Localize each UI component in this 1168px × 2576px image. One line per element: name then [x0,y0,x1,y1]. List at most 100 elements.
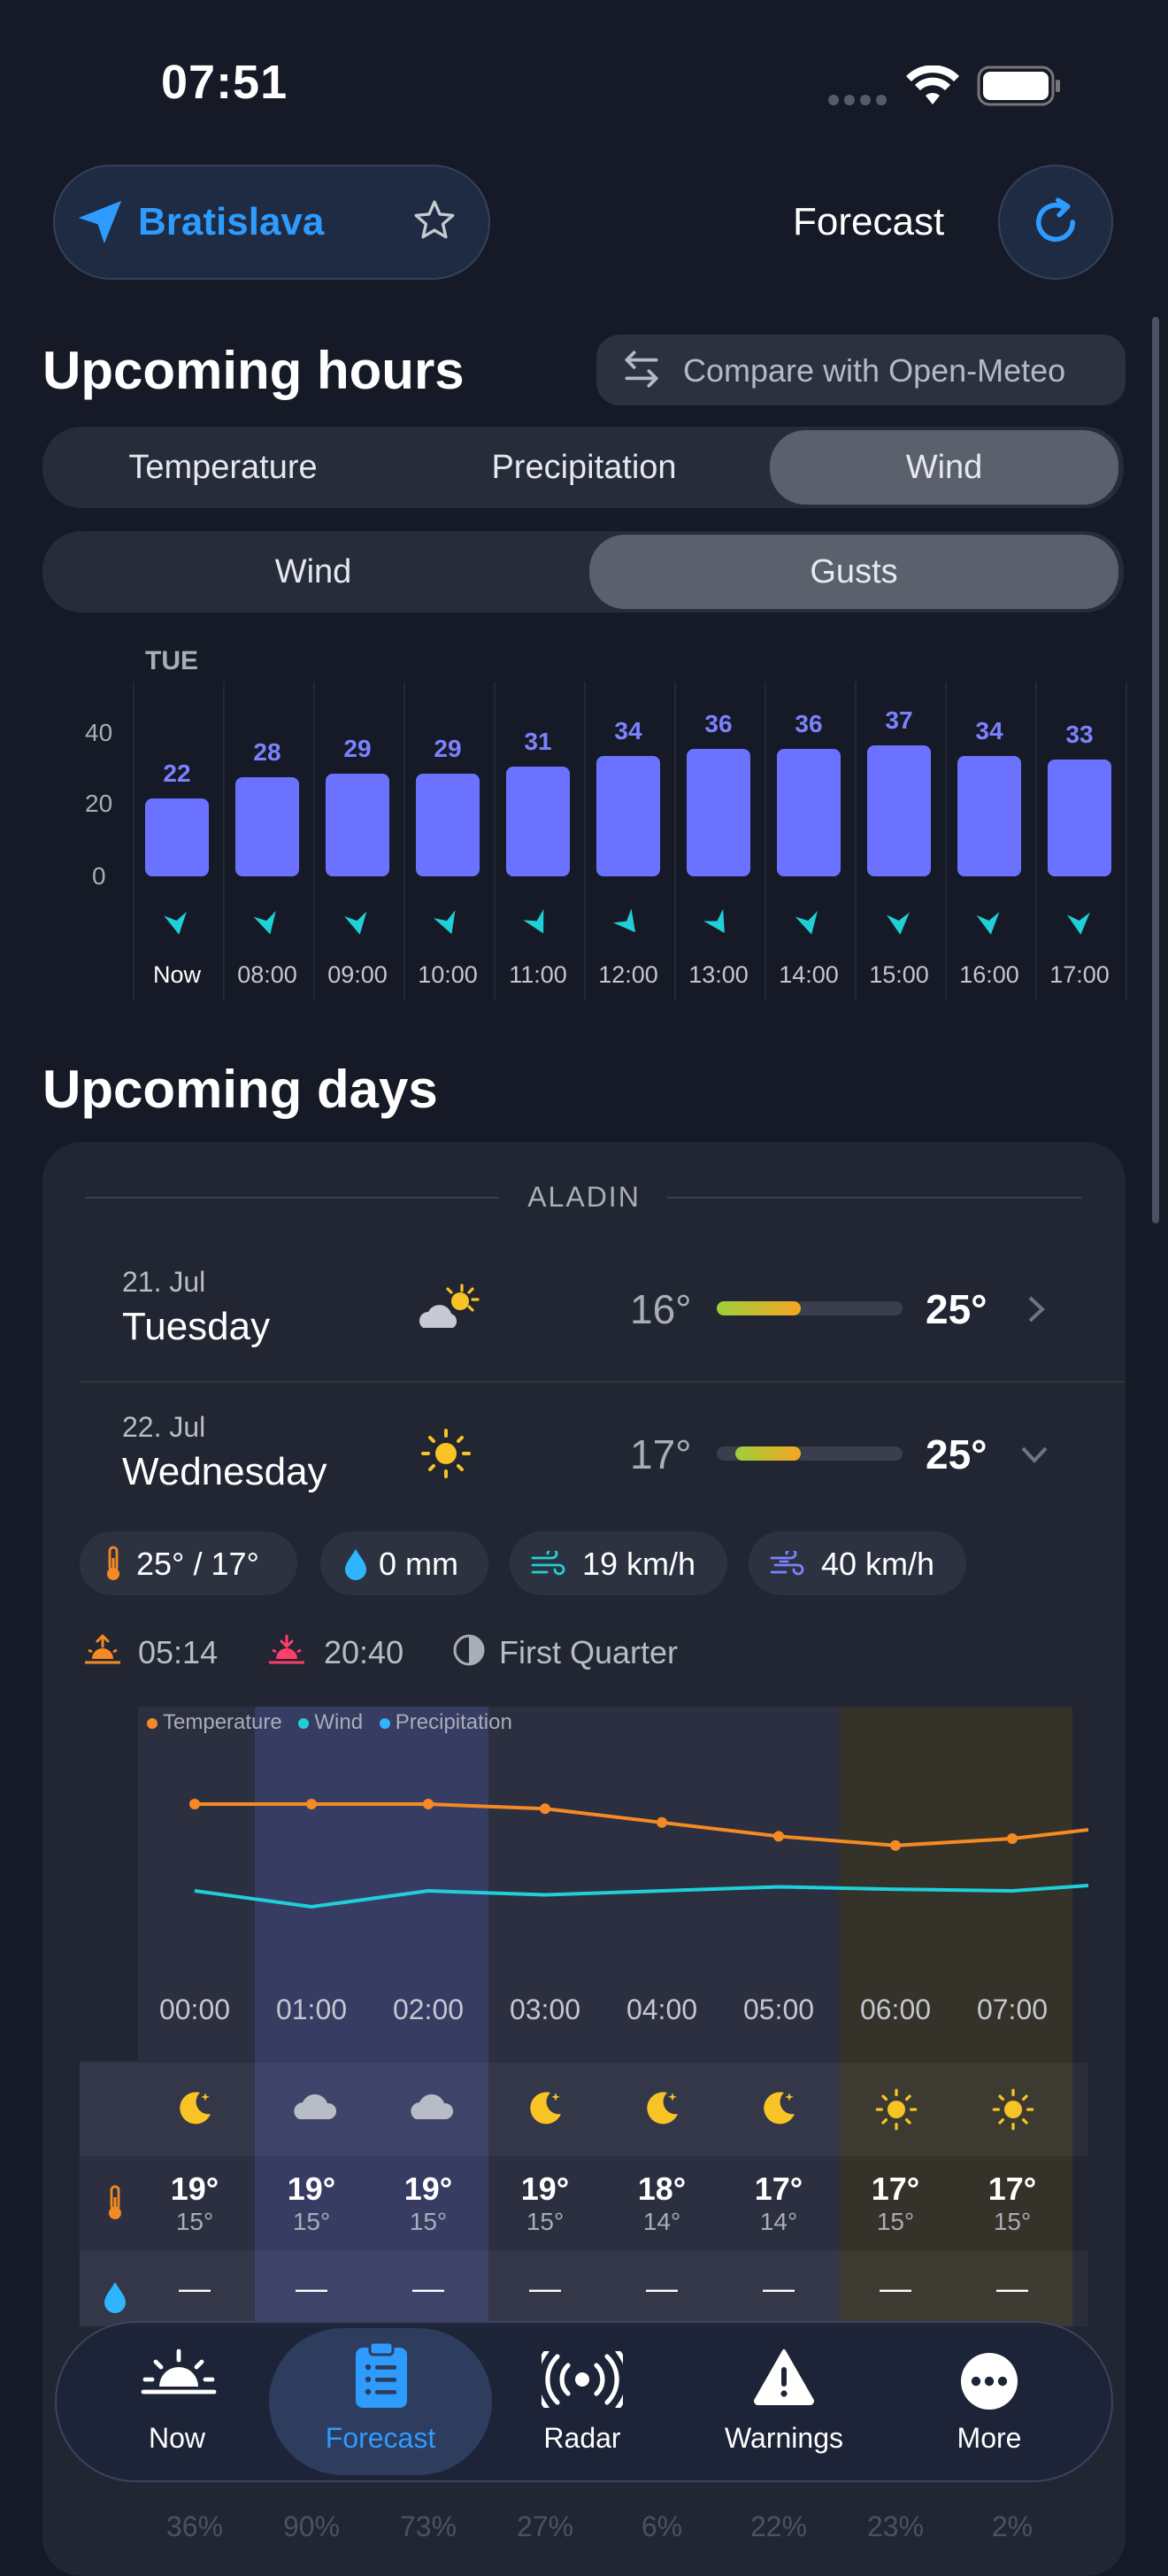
wind-direction-arrow-icon [434,910,456,935]
hour-label: 08:00 [237,961,297,988]
divider [85,1197,499,1199]
temperature-point [657,1816,667,1828]
hour-label: 10:00 [418,961,478,988]
bar-value-label: 29 [343,735,372,762]
tab-label-active: Forecast [325,2422,436,2454]
hour-label: Now [152,961,201,988]
tab-label: Now [148,2422,205,2454]
moon-icon [524,2087,566,2134]
gusts-icon [770,1547,805,1582]
hourly-detail-chart[interactable]: 00:00 19° 15° —01:00 19° 15° —02:00 19° 15° —03:0… [80,1707,1088,2326]
wind-gust-bar [416,774,480,876]
hour-low-temp: 15° [175,2208,214,2235]
wind-direction-arrow-icon [886,912,910,935]
hour-cloud-cover: 73% [399,2510,457,2542]
day-low-temp: 17° [630,1431,692,1477]
thermometer-icon [104,2185,126,2226]
sun-icon [874,2087,918,2136]
hour-time-label: 01:00 [275,1994,348,2025]
day-name: Tuesday [122,1305,271,1348]
day-high-temp: 25° [926,1286,987,1332]
day-date: 21. Jul [122,1266,206,1298]
moon-phase: First Quarter [499,1634,679,1670]
hourly-bar-chart[interactable]: 22 Now 28 08:00 29 09:00 29 10:00 31 11:00 34 12:00… [0,0,1168,1009]
hour-label: 14:00 [779,961,839,988]
grid-line [674,682,676,1000]
hour-high-temp: 17° [871,2171,920,2207]
hour-high-temp: 18° [637,2171,687,2207]
tab-label: Warnings [725,2422,843,2454]
wind-direction-arrow-icon [164,911,187,935]
hour-time-label: 03:00 [509,1994,581,2025]
wind-direction-arrow-icon [253,911,276,935]
hour-low-temp: 14° [759,2208,798,2235]
chip-wind: 19 km/h [510,1531,727,1595]
wind-direction-arrow-icon [795,911,818,935]
chevron-down-icon [1019,1445,1049,1469]
wind-gust-bar [145,798,209,876]
hour-precip-value: — [179,2270,211,2306]
model-label: ALADIN [527,1181,641,1213]
warning-icon [752,2348,816,2410]
sunrise-icon [140,2348,218,2402]
chart-legend: Temperature Wind Precipitation [147,1710,512,1735]
hour-precip-value: — [763,2270,795,2306]
day-low-temp: 16° [630,1286,692,1332]
hour-label: 09:00 [327,961,388,988]
hour-high-temp: 17° [754,2171,803,2207]
drop-icon [103,2280,127,2318]
legend-precipitation: Precipitation [379,1710,512,1734]
temperature-point [540,1803,550,1815]
wind-gust-bar [777,749,841,876]
temp-range-fill [717,1301,801,1315]
wind-direction-arrow-icon [613,908,636,933]
legend-wind: Wind [298,1710,363,1734]
wind-icon [531,1547,566,1582]
hour-precip-value: — [880,2270,911,2306]
bar-value-label: 29 [434,735,462,762]
grid-line [1035,682,1037,1000]
wind-gust-bar [596,756,660,876]
icon-row-band [80,2063,1088,2156]
drop-icon [343,1547,368,1585]
upcoming-days-title: Upcoming days [42,1060,438,1119]
hour-high-temp: 19° [403,2171,453,2207]
sunrise-icon [83,1633,122,1670]
wind-gust-bar [957,756,1021,876]
grid-line [945,682,947,1000]
divider [667,1197,1081,1199]
hour-high-temp: 19° [520,2171,570,2207]
temperature-point [189,1799,200,1809]
temperature-wind-lines [189,1799,1088,1909]
hour-time-label: 04:00 [626,1994,698,2025]
hour-cloud-cover: 27% [516,2510,574,2542]
hour-low-temp: 15° [526,2208,565,2235]
hour-precip-value: — [296,2270,327,2306]
day-date: 22. Jul [122,1411,206,1443]
more-icon [959,2351,1019,2416]
bar-value-label: 28 [253,738,281,766]
temperature-point [423,1799,434,1809]
hour-high-temp: 17° [987,2171,1037,2207]
hour-precip-value: — [646,2270,678,2306]
tab-label: More [957,2422,1022,2454]
clipboard-icon [352,2341,411,2414]
moon-icon [757,2087,800,2134]
thermometer-icon [103,1546,124,1587]
moon-icon [173,2087,216,2134]
bar-value-label: 33 [1065,721,1094,748]
bar-value-label: 34 [975,717,1003,744]
moon-phase-icon [453,1634,485,1670]
hour-label: 17:00 [1049,961,1110,988]
sunset-icon [267,1634,306,1670]
temp-range-bar [717,1446,903,1461]
grid-line [223,682,225,1000]
grid-line [855,682,857,1000]
tab-label: Radar [543,2422,621,2454]
grid-line [494,682,496,1000]
hour-label: 16:00 [959,961,1019,988]
wind-gust-bar [235,777,299,876]
hour-low-temp: 15° [876,2208,915,2235]
hour-high-temp: 19° [287,2171,336,2207]
temp-range-fill [735,1446,801,1461]
